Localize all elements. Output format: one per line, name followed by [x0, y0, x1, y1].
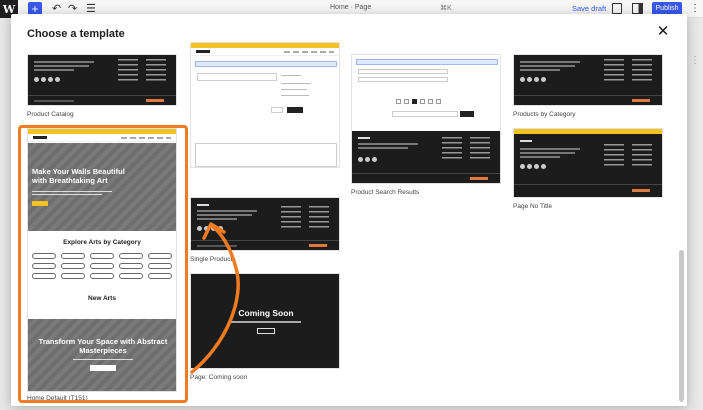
- template-page-no-title[interactable]: [513, 128, 663, 198]
- template-label: Single Product: [190, 256, 233, 263]
- coming-soon-title: Coming Soon: [238, 308, 294, 318]
- template-label: Page No Title: [513, 203, 553, 210]
- more-options-icon[interactable]: ⋮: [690, 3, 700, 14]
- annotation-highlight-box: [18, 125, 188, 403]
- template-single-product-upper[interactable]: [190, 42, 340, 168]
- template-label: Product Catalog: [27, 111, 74, 118]
- document-title[interactable]: Home · Page: [330, 4, 371, 11]
- template-product-catalog[interactable]: [27, 54, 177, 106]
- template-page-coming-soon[interactable]: Coming Soon: [190, 273, 340, 369]
- template-label: Products by Category: [513, 111, 576, 118]
- preview-icon[interactable]: [612, 3, 622, 14]
- template-products-by-category[interactable]: [513, 54, 663, 106]
- background-options-icon: ⋮: [690, 55, 700, 66]
- save-draft-button[interactable]: Save draft: [572, 4, 606, 13]
- template-label: Page: Coming soon: [190, 374, 248, 381]
- template-single-product[interactable]: [190, 197, 340, 251]
- close-icon[interactable]: ✕: [655, 24, 671, 40]
- modal-title: Choose a template: [27, 28, 125, 40]
- settings-sidebar-icon[interactable]: [632, 3, 643, 14]
- template-product-search-results[interactable]: [351, 54, 501, 184]
- modal-scrollbar[interactable]: [679, 250, 684, 402]
- template-label: Product Search Results: [351, 189, 420, 196]
- command-shortcut: ⌘K: [440, 5, 452, 12]
